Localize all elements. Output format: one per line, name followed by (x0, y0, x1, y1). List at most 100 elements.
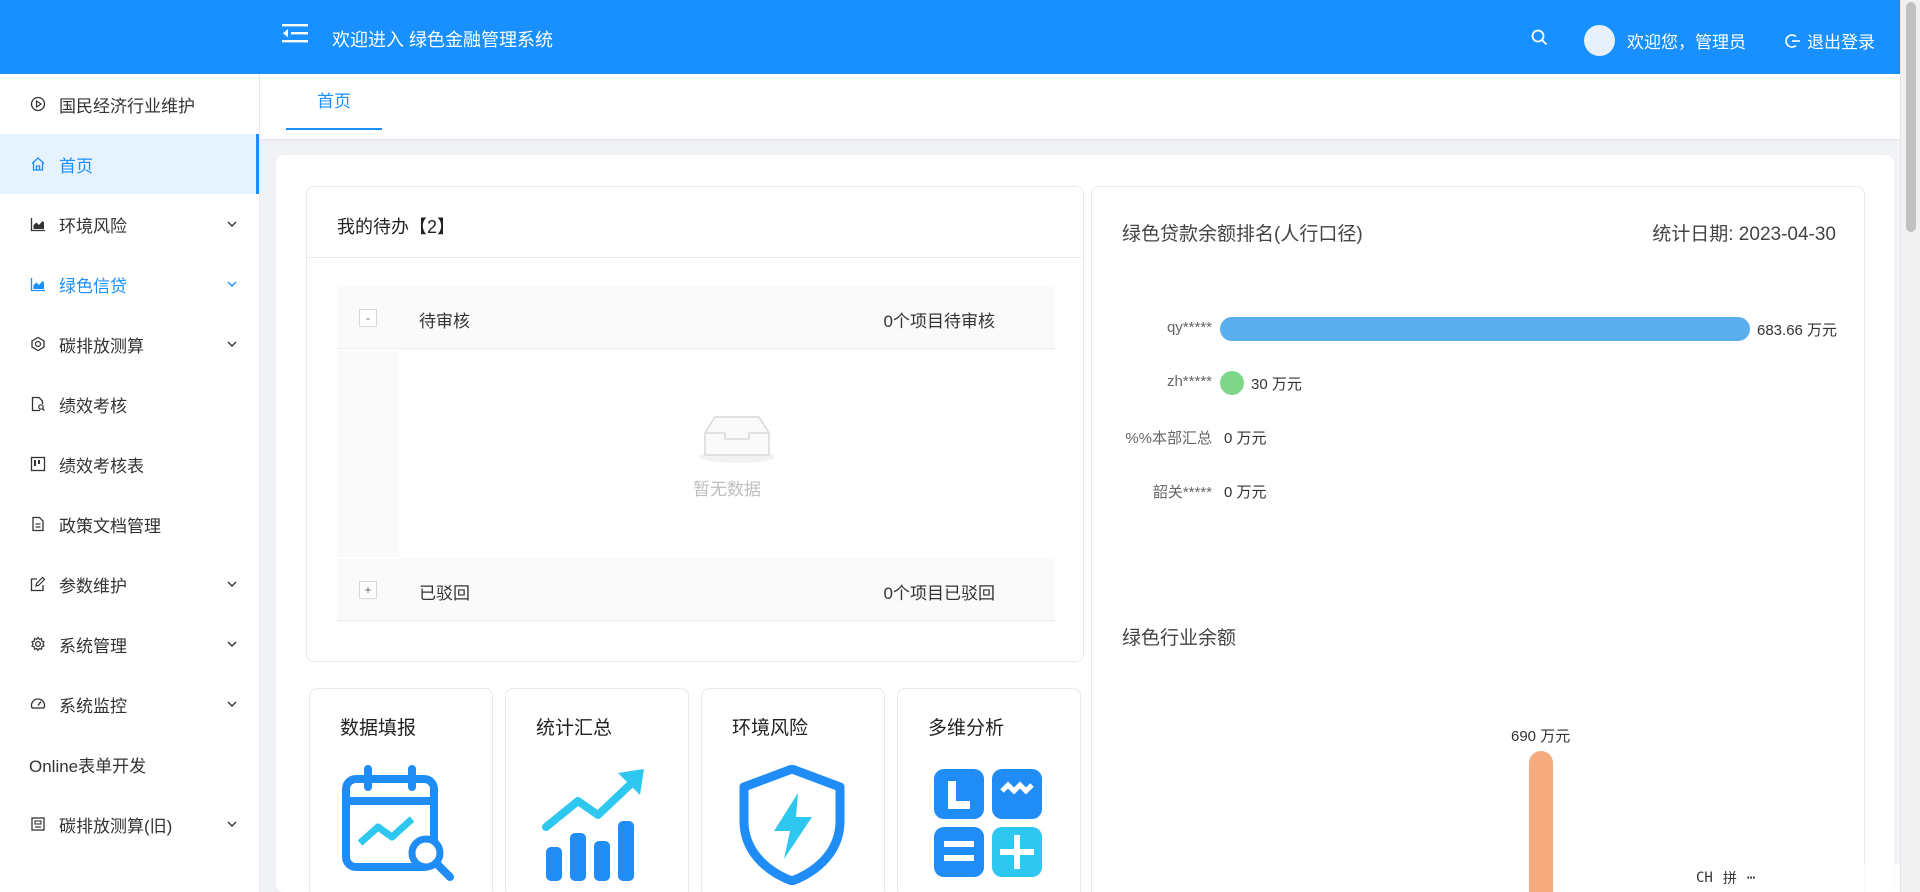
chevron-down-icon (227, 281, 237, 287)
tabs-bar: 首页 (260, 74, 1900, 140)
card-title: 环境风险 (732, 718, 809, 739)
chevron-down-icon (227, 821, 237, 827)
sidebar-item-home[interactable]: 首页 (0, 134, 259, 194)
calculator-icon (29, 815, 47, 833)
sidebar-item-carbon-calc-old[interactable]: 碳排放测算(旧) (0, 794, 259, 854)
ranking-bar[interactable] (1220, 317, 1750, 341)
todo-panel: 我的待办【2】 - 待审核 0个项目待审核 暂无数据 + 已驳回 0个项目已驳回 (306, 186, 1084, 662)
sidebar-item-online-form[interactable]: Online表单开发 (0, 734, 259, 794)
sidebar-item-label: 系统监控 (59, 696, 127, 716)
sidebar-item-label: 首页 (59, 156, 93, 176)
ranking-value-label: 0 万元 (1224, 484, 1267, 501)
chevron-down-icon (227, 641, 237, 647)
dashboard-icon (29, 695, 47, 713)
divider (307, 257, 1083, 258)
ranking-bar[interactable] (1220, 371, 1244, 395)
quick-card-data-entry[interactable]: 数据填报 (309, 688, 493, 892)
gear-icon (29, 635, 47, 653)
kanban-icon (29, 455, 47, 473)
expand-toggle[interactable]: + (359, 581, 377, 599)
ranking-category-label: 韶关***** (1152, 484, 1212, 501)
sidebar-item-label: 参数维护 (59, 576, 127, 596)
ime-indicator[interactable]: 拼 (1723, 868, 1737, 888)
industry-title: 绿色行业余额 (1122, 628, 1237, 649)
todo-group-label: 已驳回 (419, 584, 470, 603)
calendar-chart-icon (342, 765, 454, 881)
sidebar-item-performance-table[interactable]: 绩效考核表 (0, 434, 259, 494)
sidebar-item-label: 绿色信贷 (59, 276, 127, 296)
search-icon[interactable] (1530, 28, 1550, 48)
top-header: 欢迎进入 绿色金融管理系统 欢迎您，管理员 退出登录 (0, 0, 1900, 74)
sidebar-item-label: 国民经济行业维护 (59, 96, 195, 116)
ranking-category-label: zh***** (1166, 373, 1212, 390)
sidebar-item-label: 环境风险 (59, 216, 127, 236)
empty-state: 暂无数据 (337, 351, 1055, 557)
page-scrollbar[interactable] (1900, 0, 1920, 892)
sidebar-item-policy-docs[interactable]: 政策文档管理 (0, 494, 259, 554)
industry-value-label: 690 万元 (1511, 728, 1571, 745)
sidebar-item-industry-maintenance[interactable]: 国民经济行业维护 (0, 74, 259, 134)
empty-box-icon (699, 416, 775, 463)
todo-group-label: 待审核 (419, 312, 470, 331)
card-title: 统计汇总 (536, 718, 613, 739)
sidebar-item-label: 政策文档管理 (59, 516, 161, 536)
todo-group-count: 0个项目已驳回 (883, 584, 995, 603)
quick-card-env-risk[interactable]: 环境风险 (701, 688, 885, 892)
sidebar-item-monitor[interactable]: 系统监控 (0, 674, 259, 734)
todo-group-pending[interactable]: - 待审核 0个项目待审核 (337, 287, 1055, 349)
card-title: 多维分析 (928, 718, 1005, 739)
file-icon (29, 515, 47, 533)
chevron-down-icon (227, 581, 237, 587)
ranking-category-label: %%本部汇总 (1125, 430, 1212, 447)
quick-card-multi-analysis[interactable]: 多维分析 (897, 688, 1081, 892)
ime-tools-icon[interactable]: ⋯ (1747, 870, 1755, 886)
lang-indicator[interactable]: CH (1696, 870, 1713, 886)
logout-label: 退出登录 (1807, 33, 1875, 52)
chevron-down-icon (227, 221, 237, 227)
logout-icon (1785, 33, 1800, 48)
area-chart-icon (29, 215, 47, 233)
green-loan-panel: 绿色贷款余额排名(人行口径) 统计日期: 2023-04-30 qy***** 6… (1091, 186, 1865, 892)
grid-analysis-icon (934, 769, 1042, 877)
sidebar-item-env-risk[interactable]: 环境风险 (0, 194, 259, 254)
sidebar-item-label: Online表单开发 (29, 756, 147, 776)
sidebar-item-label: 碳排放测算(旧) (59, 816, 173, 836)
system-tray: CH 拼 ⋯ (1688, 864, 1900, 892)
empty-text: 暂无数据 (693, 480, 761, 499)
ranking-category-label: qy***** (1166, 319, 1212, 336)
avatar[interactable] (1584, 25, 1615, 56)
sidebar-item-system[interactable]: 系统管理 (0, 614, 259, 674)
collapse-toggle[interactable]: - (359, 309, 377, 327)
sidebar-item-green-credit[interactable]: 绿色信贷 (0, 254, 259, 314)
sidebar-item-label: 绩效考核 (59, 396, 127, 416)
todo-group-count: 0个项目待审核 (883, 312, 995, 331)
industry-bar[interactable] (1529, 751, 1553, 892)
menu-fold-icon[interactable] (282, 22, 308, 44)
sidebar-item-params[interactable]: 参数维护 (0, 554, 259, 614)
stat-date: 统计日期: 2023-04-30 (1652, 224, 1836, 245)
sidebar-item-label: 碳排放测算 (59, 336, 144, 356)
sidebar-item-performance[interactable]: 绩效考核 (0, 374, 259, 434)
welcome-text[interactable]: 欢迎您，管理员 (1627, 28, 1746, 53)
card-title: 数据填报 (340, 718, 417, 739)
home-icon (29, 155, 47, 173)
hexagon-icon (29, 335, 47, 353)
empty-area: 暂无数据 (399, 351, 1055, 557)
chevron-down-icon (227, 341, 237, 347)
ranking-value-label: 30 万元 (1251, 376, 1302, 393)
scrollbar-thumb[interactable] (1906, 2, 1916, 232)
sidebar-item-carbon-calc[interactable]: 碳排放测算 (0, 314, 259, 374)
chevron-down-icon (227, 701, 237, 707)
edit-icon (29, 575, 47, 593)
logout-button[interactable]: 退出登录 (1785, 28, 1875, 53)
quick-card-statistics[interactable]: 统计汇总 (505, 688, 689, 892)
ranking-title: 绿色贷款余额排名(人行口径) (1122, 224, 1363, 245)
ranking-value-label: 0 万元 (1224, 430, 1267, 447)
tab-home[interactable]: 首页 (286, 74, 382, 130)
sidebar-item-label: 绩效考核表 (59, 456, 144, 476)
sidebar-item-label: 系统管理 (59, 636, 127, 656)
todo-group-rejected[interactable]: + 已驳回 0个项目已驳回 (337, 559, 1055, 621)
file-search-icon (29, 395, 47, 413)
play-circle-icon (29, 95, 47, 113)
area-chart-icon (29, 275, 47, 293)
